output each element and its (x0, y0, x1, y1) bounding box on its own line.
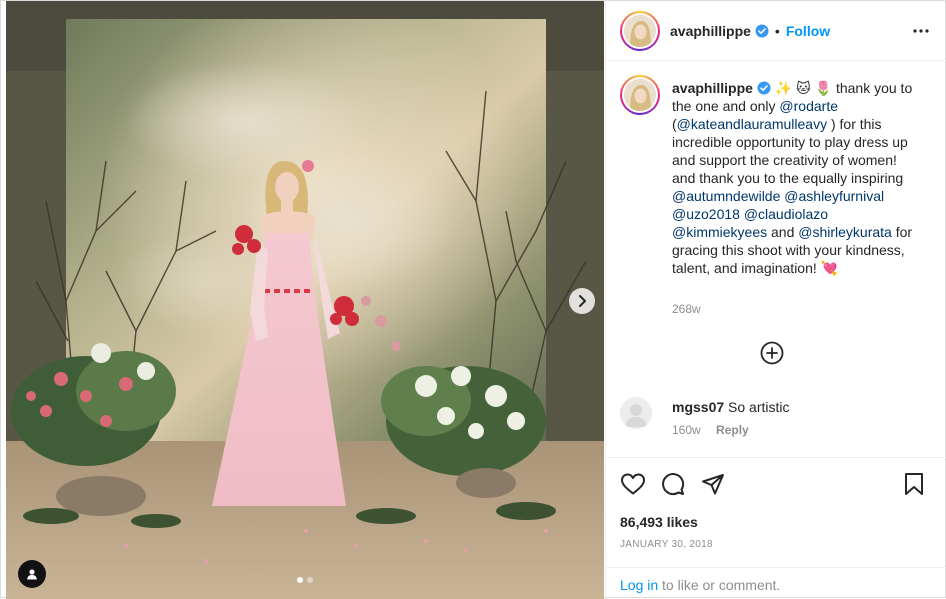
comment-body: So artistic (728, 399, 790, 415)
comment-meta: 160w Reply (672, 423, 749, 437)
more-horizontal-icon[interactable] (912, 22, 930, 40)
mention-link[interactable]: @rodarte (779, 98, 838, 114)
plus-circle-icon[interactable] (760, 341, 784, 365)
post-header: avaphillippe • Follow (606, 1, 946, 61)
instagram-post: avaphillippe • Follow avaphillippe ✨ 🐱 🌷… (0, 0, 946, 599)
mention-link[interactable]: @uzo2018 (672, 206, 740, 222)
mention-link[interactable]: @ashleyfurnival (784, 188, 884, 204)
carousel-dot-active (297, 577, 303, 583)
mention-link[interactable]: @kimmiekyees (672, 224, 767, 240)
user-tag-icon (27, 569, 37, 580)
verified-badge-icon (755, 24, 769, 37)
mention-link[interactable]: @shirleykurata (798, 224, 892, 240)
heart-emoji: 💘 (820, 260, 839, 276)
post-date: JANUARY 30, 2018 (620, 539, 713, 550)
actions-divider (606, 457, 946, 458)
login-link[interactable]: Log in (620, 577, 658, 593)
mention-link[interactable]: @claudiolazo (744, 206, 828, 222)
login-prompt: Log in to like or comment. (606, 567, 946, 599)
comment-username[interactable]: mgss07 (672, 399, 724, 415)
caption-text-segment: and (767, 224, 799, 240)
caption-avatar[interactable] (620, 75, 660, 115)
avatar[interactable] (620, 397, 652, 429)
chevron-right-icon (579, 295, 586, 307)
heart-icon[interactable] (620, 472, 646, 496)
comment-text: mgss07 So artistic (672, 399, 790, 415)
login-prompt-text: to like or comment. (658, 577, 781, 593)
verified-badge-icon (757, 81, 771, 95)
post-details-panel: avaphillippe • Follow avaphillippe ✨ 🐱 🌷… (605, 1, 946, 599)
post-author-username[interactable]: avaphillippe (670, 23, 751, 39)
mention-link[interactable]: @autumndewilde (672, 188, 780, 204)
caption-username[interactable]: avaphillippe (672, 80, 753, 96)
carousel-indicator (297, 577, 313, 583)
next-image-button[interactable] (569, 288, 595, 314)
caption-text: avaphillippe ✨ 🐱 🌷 thank you to the one … (672, 79, 918, 277)
likes-count[interactable]: 86,493 likes (620, 514, 698, 530)
caption-emojis: ✨ 🐱 🌷 (774, 80, 833, 96)
mention-link[interactable]: @kateandlauramulleavy (677, 116, 827, 132)
reply-button[interactable]: Reply (716, 423, 749, 437)
bookmark-icon[interactable] (903, 472, 925, 496)
paper-plane-icon[interactable] (701, 472, 725, 496)
avatar[interactable] (620, 10, 660, 51)
post-media[interactable] (6, 1, 604, 599)
separator-dot: • (774, 22, 780, 39)
post-photo (6, 1, 604, 599)
carousel-dot (307, 577, 313, 583)
tagged-users-button[interactable] (18, 560, 46, 588)
caption-timestamp[interactable]: 268w (672, 302, 701, 316)
comment-bubble-icon[interactable] (661, 472, 685, 496)
comment-timestamp[interactable]: 160w (672, 423, 701, 437)
follow-button[interactable]: Follow (786, 23, 830, 39)
